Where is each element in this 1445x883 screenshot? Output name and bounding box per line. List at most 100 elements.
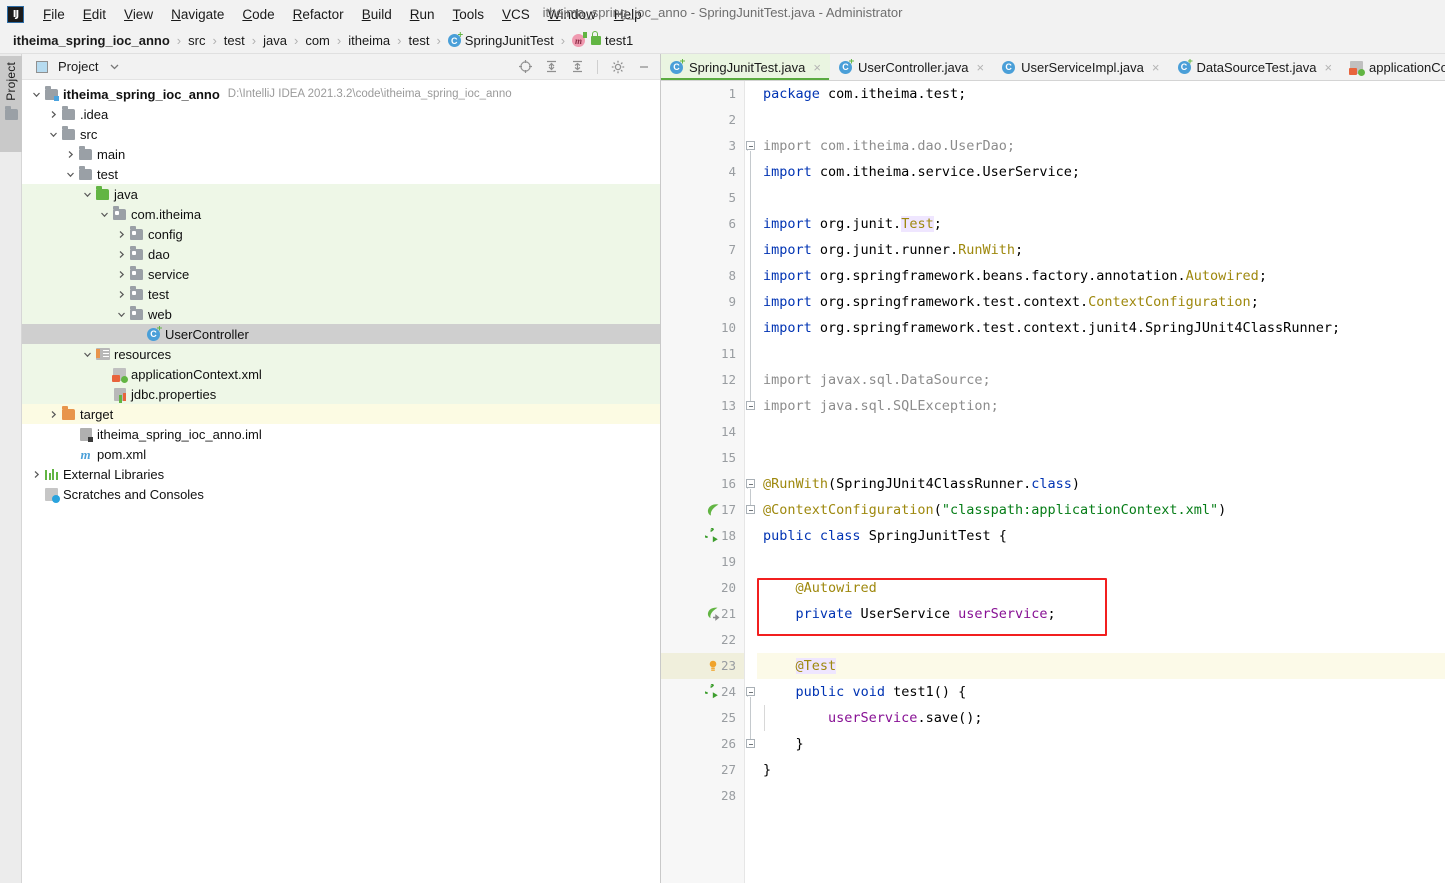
tree-node-applicationcontext-xml[interactable]: applicationContext.xml [22,364,660,384]
tree-expander[interactable] [64,444,77,464]
code-line-6[interactable]: import org.junit.Test; [757,211,1445,237]
breadcrumb-item-springjunittest[interactable]: C SpringJunitTest [445,32,557,49]
code-line-21[interactable]: private UserService userService; [757,601,1445,627]
fold-marker-line-17[interactable] [746,505,755,514]
tree-node-test[interactable]: test [22,284,660,304]
tree-node-java[interactable]: java [22,184,660,204]
tree-node-jdbc-properties[interactable]: jdbc.properties [22,384,660,404]
collapse-all-icon[interactable] [567,57,587,77]
editor-tab-datasourcetest-java[interactable]: C DataSourceTest.java × [1169,54,1342,80]
tree-node-web[interactable]: web [22,304,660,324]
code-line-22[interactable] [757,627,1445,653]
tree-node-service[interactable]: service [22,264,660,284]
gutter-line-15[interactable]: 15 [661,445,744,471]
menu-item-refactor[interactable]: Refactor [284,4,353,25]
tree-expander[interactable] [47,104,60,124]
code-line-16[interactable]: @RunWith(SpringJUnit4ClassRunner.class) [757,471,1445,497]
tool-window-button-project[interactable]: Project [0,56,22,152]
editor-tab-springjunittest-java[interactable]: C SpringJunitTest.java × [661,54,830,80]
breadcrumb-item-java[interactable]: java [260,32,290,49]
gutter-line-24[interactable]: 24 [661,679,744,705]
menu-item-tools[interactable]: Tools [444,4,494,25]
tree-expander[interactable] [98,384,111,404]
fold-marker-line-3[interactable] [746,141,755,150]
tree-node--idea[interactable]: .idea [22,104,660,124]
gutter-line-8[interactable]: 8 [661,263,744,289]
tree-node-itheima-spring-ioc-anno[interactable]: itheima_spring_ioc_anno D:\IntelliJ IDEA … [22,84,660,104]
tree-node-resources[interactable]: resources [22,344,660,364]
code-line-14[interactable] [757,419,1445,445]
code-editor[interactable]: 1 2 3 4 5 6 7 8 9 10 11 12 13 14 15 16 17 18 19 20 21 22 23 24 2… [661,81,1445,883]
tree-expander[interactable] [98,364,111,384]
run-test-icon[interactable] [700,524,721,545]
intention-bulb-icon[interactable] [703,657,721,675]
tree-expander[interactable] [30,464,43,484]
tree-node-test[interactable]: test [22,164,660,184]
code-line-7[interactable]: import org.junit.runner.RunWith; [757,237,1445,263]
chevron-down-icon[interactable] [104,57,124,77]
code-line-9[interactable]: import org.springframework.test.context.… [757,289,1445,315]
tree-node-target[interactable]: target [22,404,660,424]
breadcrumb-item-test1[interactable]: m test1 [569,31,636,49]
expand-all-icon[interactable] [541,57,561,77]
run-test-icon[interactable] [700,680,721,701]
editor-tab-applicationcont[interactable]: applicationCont [1341,54,1445,80]
tree-expander[interactable] [81,184,94,204]
menu-item-edit[interactable]: Edit [74,4,115,25]
tree-expander[interactable] [115,304,128,324]
breadcrumb-item-test[interactable]: test [405,32,432,49]
menu-item-file[interactable]: File [34,4,74,25]
gutter-line-12[interactable]: 12 [661,367,744,393]
code-line-26[interactable]: } [757,731,1445,757]
breadcrumb-item-src[interactable]: src [185,32,208,49]
code-line-19[interactable] [757,549,1445,575]
gutter-line-14[interactable]: 14 [661,419,744,445]
gutter-line-16[interactable]: 16 [661,471,744,497]
gutter-line-23[interactable]: 23 [661,653,744,679]
fold-marker-line-16[interactable] [746,479,755,488]
close-icon[interactable]: × [813,60,821,75]
code-line-28[interactable] [757,783,1445,809]
breadcrumb-item-test[interactable]: test [221,32,248,49]
tree-node-scratches-and-consoles[interactable]: Scratches and Consoles [22,484,660,504]
code-line-1[interactable]: package com.itheima.test; [757,81,1445,107]
tree-expander[interactable] [47,124,60,144]
menu-item-code[interactable]: Code [233,4,283,25]
code-line-24[interactable]: public void test1() { [757,679,1445,705]
project-tree[interactable]: itheima_spring_ioc_anno D:\IntelliJ IDEA … [22,80,660,883]
gutter-line-5[interactable]: 5 [661,185,744,211]
scroll-from-source-icon[interactable] [515,57,535,77]
gutter-line-13[interactable]: 13 [661,393,744,419]
tree-expander[interactable] [64,144,77,164]
menu-item-run[interactable]: Run [401,4,444,25]
close-icon[interactable]: × [1324,60,1332,75]
gutter-line-22[interactable]: 22 [661,627,744,653]
menu-item-navigate[interactable]: Navigate [162,4,233,25]
tree-expander[interactable] [115,264,128,284]
gutter-line-28[interactable]: 28 [661,783,744,809]
settings-gear-icon[interactable] [608,57,628,77]
tree-expander[interactable] [64,164,77,184]
tree-expander[interactable] [115,284,128,304]
tree-node-src[interactable]: src [22,124,660,144]
editor-gutter[interactable]: 1 2 3 4 5 6 7 8 9 10 11 12 13 14 15 16 17 18 19 20 21 22 23 24 2… [661,81,745,883]
code-line-27[interactable]: } [757,757,1445,783]
breadcrumb-item-com[interactable]: com [302,32,333,49]
code-line-4[interactable]: import com.itheima.service.UserService; [757,159,1445,185]
gutter-line-25[interactable]: 25 [661,705,744,731]
code-folding-column[interactable] [745,81,757,883]
tree-node-dao[interactable]: dao [22,244,660,264]
editor-tabs[interactable]: C SpringJunitTest.java × C UserController.ja… [661,54,1445,81]
gutter-line-18[interactable]: 18 [661,523,744,549]
hide-panel-icon[interactable] [634,57,654,77]
code-line-13[interactable]: import java.sql.SQLException; [757,393,1445,419]
tree-node-config[interactable]: config [22,224,660,244]
gutter-line-20[interactable]: 20 [661,575,744,601]
code-line-15[interactable] [757,445,1445,471]
tree-expander[interactable] [81,344,94,364]
fold-marker-line-26[interactable] [746,739,755,748]
code-line-11[interactable] [757,341,1445,367]
gutter-line-9[interactable]: 9 [661,289,744,315]
gutter-line-26[interactable]: 26 [661,731,744,757]
tree-expander[interactable] [115,224,128,244]
